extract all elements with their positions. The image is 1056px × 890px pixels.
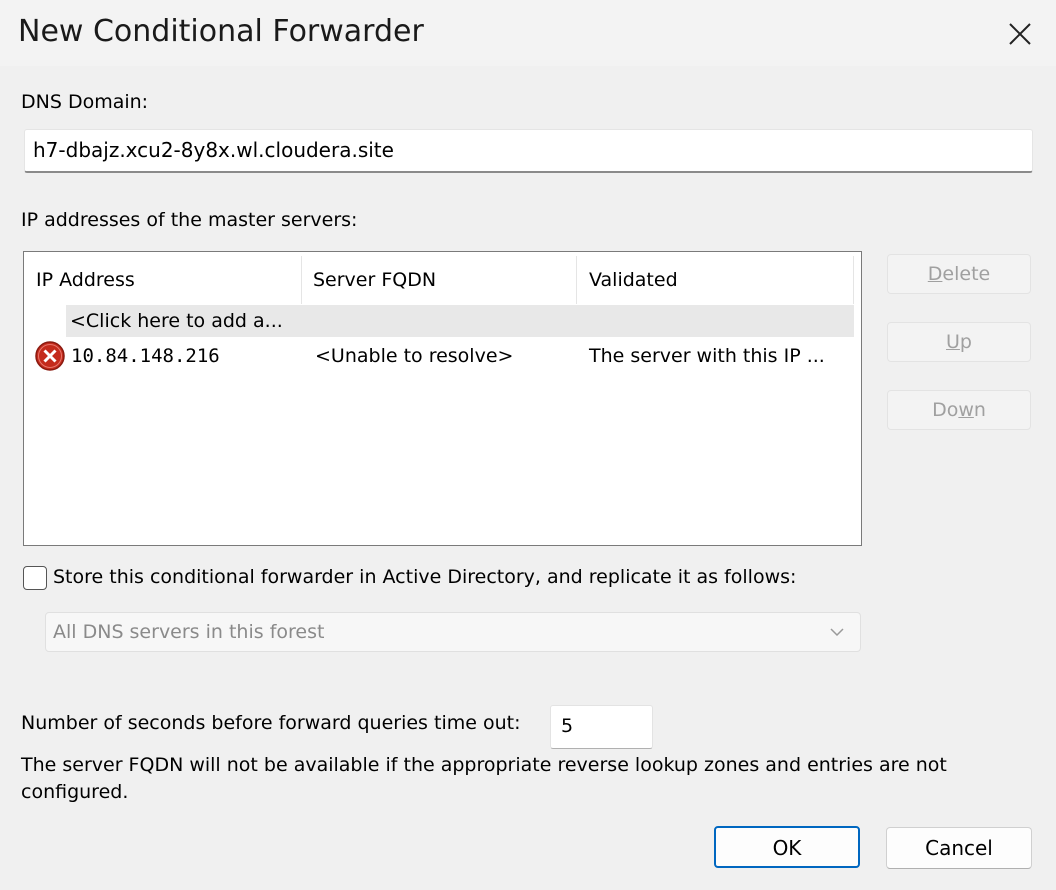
- cancel-button[interactable]: Cancel: [886, 827, 1032, 869]
- dialog-title: New Conditional Forwarder: [18, 14, 424, 49]
- fqdn-note: The server FQDN will not be available if…: [21, 752, 1021, 806]
- master-servers-label: IP addresses of the master servers:: [21, 209, 358, 231]
- master-servers-list[interactable]: IP Address Server FQDN Validated <Click …: [23, 251, 862, 546]
- down-button[interactable]: Down: [887, 390, 1031, 430]
- replication-scope-value: All DNS servers in this forest: [53, 621, 325, 643]
- server-fqdn-cell: <Unable to resolve>: [315, 345, 514, 367]
- up-button[interactable]: Up: [887, 322, 1031, 362]
- replication-scope-select[interactable]: All DNS servers in this forest: [45, 612, 861, 652]
- add-server-row[interactable]: <Click here to add a...: [66, 305, 854, 337]
- store-in-ad-checkbox[interactable]: [23, 566, 47, 590]
- column-header-ip-address[interactable]: IP Address: [24, 256, 301, 304]
- server-validated-cell: The server with this IP ...: [589, 345, 825, 367]
- dns-domain-label: DNS Domain:: [21, 91, 149, 113]
- timeout-label: Number of seconds before forward queries…: [21, 712, 521, 734]
- store-in-ad-label[interactable]: Store this conditional forwarder in Acti…: [53, 566, 796, 588]
- fqdn-note-line-1: The server FQDN will not be available if…: [21, 754, 947, 776]
- ok-button[interactable]: OK: [714, 826, 860, 868]
- delete-button[interactable]: Delete: [887, 254, 1031, 294]
- column-header-validated[interactable]: Validated: [577, 256, 853, 304]
- column-separator[interactable]: [853, 256, 854, 304]
- close-icon: [1009, 23, 1031, 45]
- dns-domain-input[interactable]: h7-dbajz.xcu2-8y8x.wl.cloudera.site: [24, 129, 1033, 173]
- error-icon: [35, 341, 65, 371]
- chevron-down-icon: [830, 628, 844, 637]
- column-header-server-fqdn[interactable]: Server FQDN: [301, 256, 576, 304]
- close-button[interactable]: [1000, 14, 1040, 54]
- fqdn-note-line-2: configured.: [21, 781, 129, 803]
- server-ip-cell: 10.84.148.216: [71, 345, 220, 367]
- timeout-input[interactable]: 5: [550, 705, 653, 749]
